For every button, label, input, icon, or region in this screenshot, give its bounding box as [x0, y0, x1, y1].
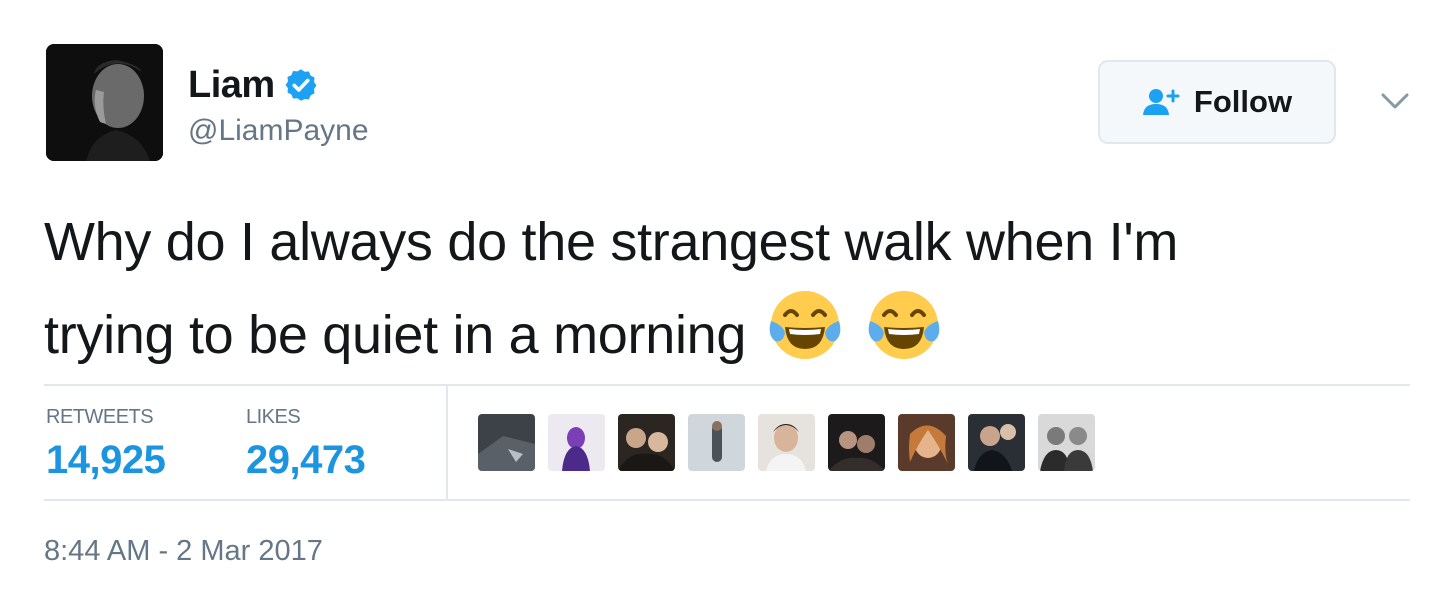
liker-photo-icon: [688, 414, 745, 471]
liker-avatar-8[interactable]: [968, 414, 1025, 471]
liker-photo-icon: [478, 414, 535, 471]
liker-avatar-6[interactable]: [828, 414, 885, 471]
retweets-label: RETWEETS: [46, 406, 154, 428]
display-name[interactable]: Liam: [188, 64, 275, 107]
liker-photo-icon: [828, 414, 885, 471]
stats-divider-bottom: [44, 499, 1410, 501]
tweet-text-line-2-text: trying to be quiet in a morning: [44, 305, 747, 365]
liker-photo-icon: [968, 414, 1025, 471]
liker-avatar-7[interactable]: [898, 414, 955, 471]
avatar[interactable]: [46, 44, 163, 161]
liker-photo-icon: [548, 414, 605, 471]
profile-photo-icon: [46, 44, 163, 161]
liker-avatar-1[interactable]: [478, 414, 535, 471]
liker-avatar-3[interactable]: [618, 414, 675, 471]
chevron-down-icon[interactable]: [1380, 90, 1410, 112]
liker-avatar-4[interactable]: [688, 414, 745, 471]
tweet-timestamp[interactable]: 8:44 AM - 2 Mar 2017: [44, 535, 323, 568]
tweet-text: Why do I always do the strangest walk wh…: [44, 200, 1424, 378]
verified-badge-icon: [285, 69, 317, 101]
liker-photo-icon: [898, 414, 955, 471]
display-name-row: Liam: [188, 62, 319, 108]
liker-avatar-9[interactable]: [1038, 414, 1095, 471]
liker-avatar-2[interactable]: [548, 414, 605, 471]
likes-count[interactable]: 29,473: [246, 438, 366, 483]
likes-label: LIKES: [246, 406, 301, 428]
liker-avatars: [478, 414, 1095, 471]
tears-of-joy-emoji-icon: [769, 291, 841, 359]
add-user-icon: [1142, 89, 1180, 115]
liker-photo-icon: [618, 414, 675, 471]
user-handle[interactable]: @LiamPayne: [188, 114, 369, 148]
stats-divider-vertical: [446, 386, 448, 499]
retweets-count[interactable]: 14,925: [46, 438, 166, 483]
tweet-text-line-1: Why do I always do the strangest walk wh…: [44, 212, 1179, 272]
liker-photo-icon: [758, 414, 815, 471]
liker-avatar-5[interactable]: [758, 414, 815, 471]
follow-button-label: Follow: [1193, 84, 1293, 119]
tweet-text-line-2: trying to be quiet in a morning: [44, 285, 1424, 378]
liker-photo-icon: [1038, 414, 1095, 471]
stats-divider-top: [44, 384, 1410, 386]
follow-button[interactable]: Follow: [1098, 60, 1336, 144]
tears-of-joy-emoji-icon: [868, 291, 939, 359]
